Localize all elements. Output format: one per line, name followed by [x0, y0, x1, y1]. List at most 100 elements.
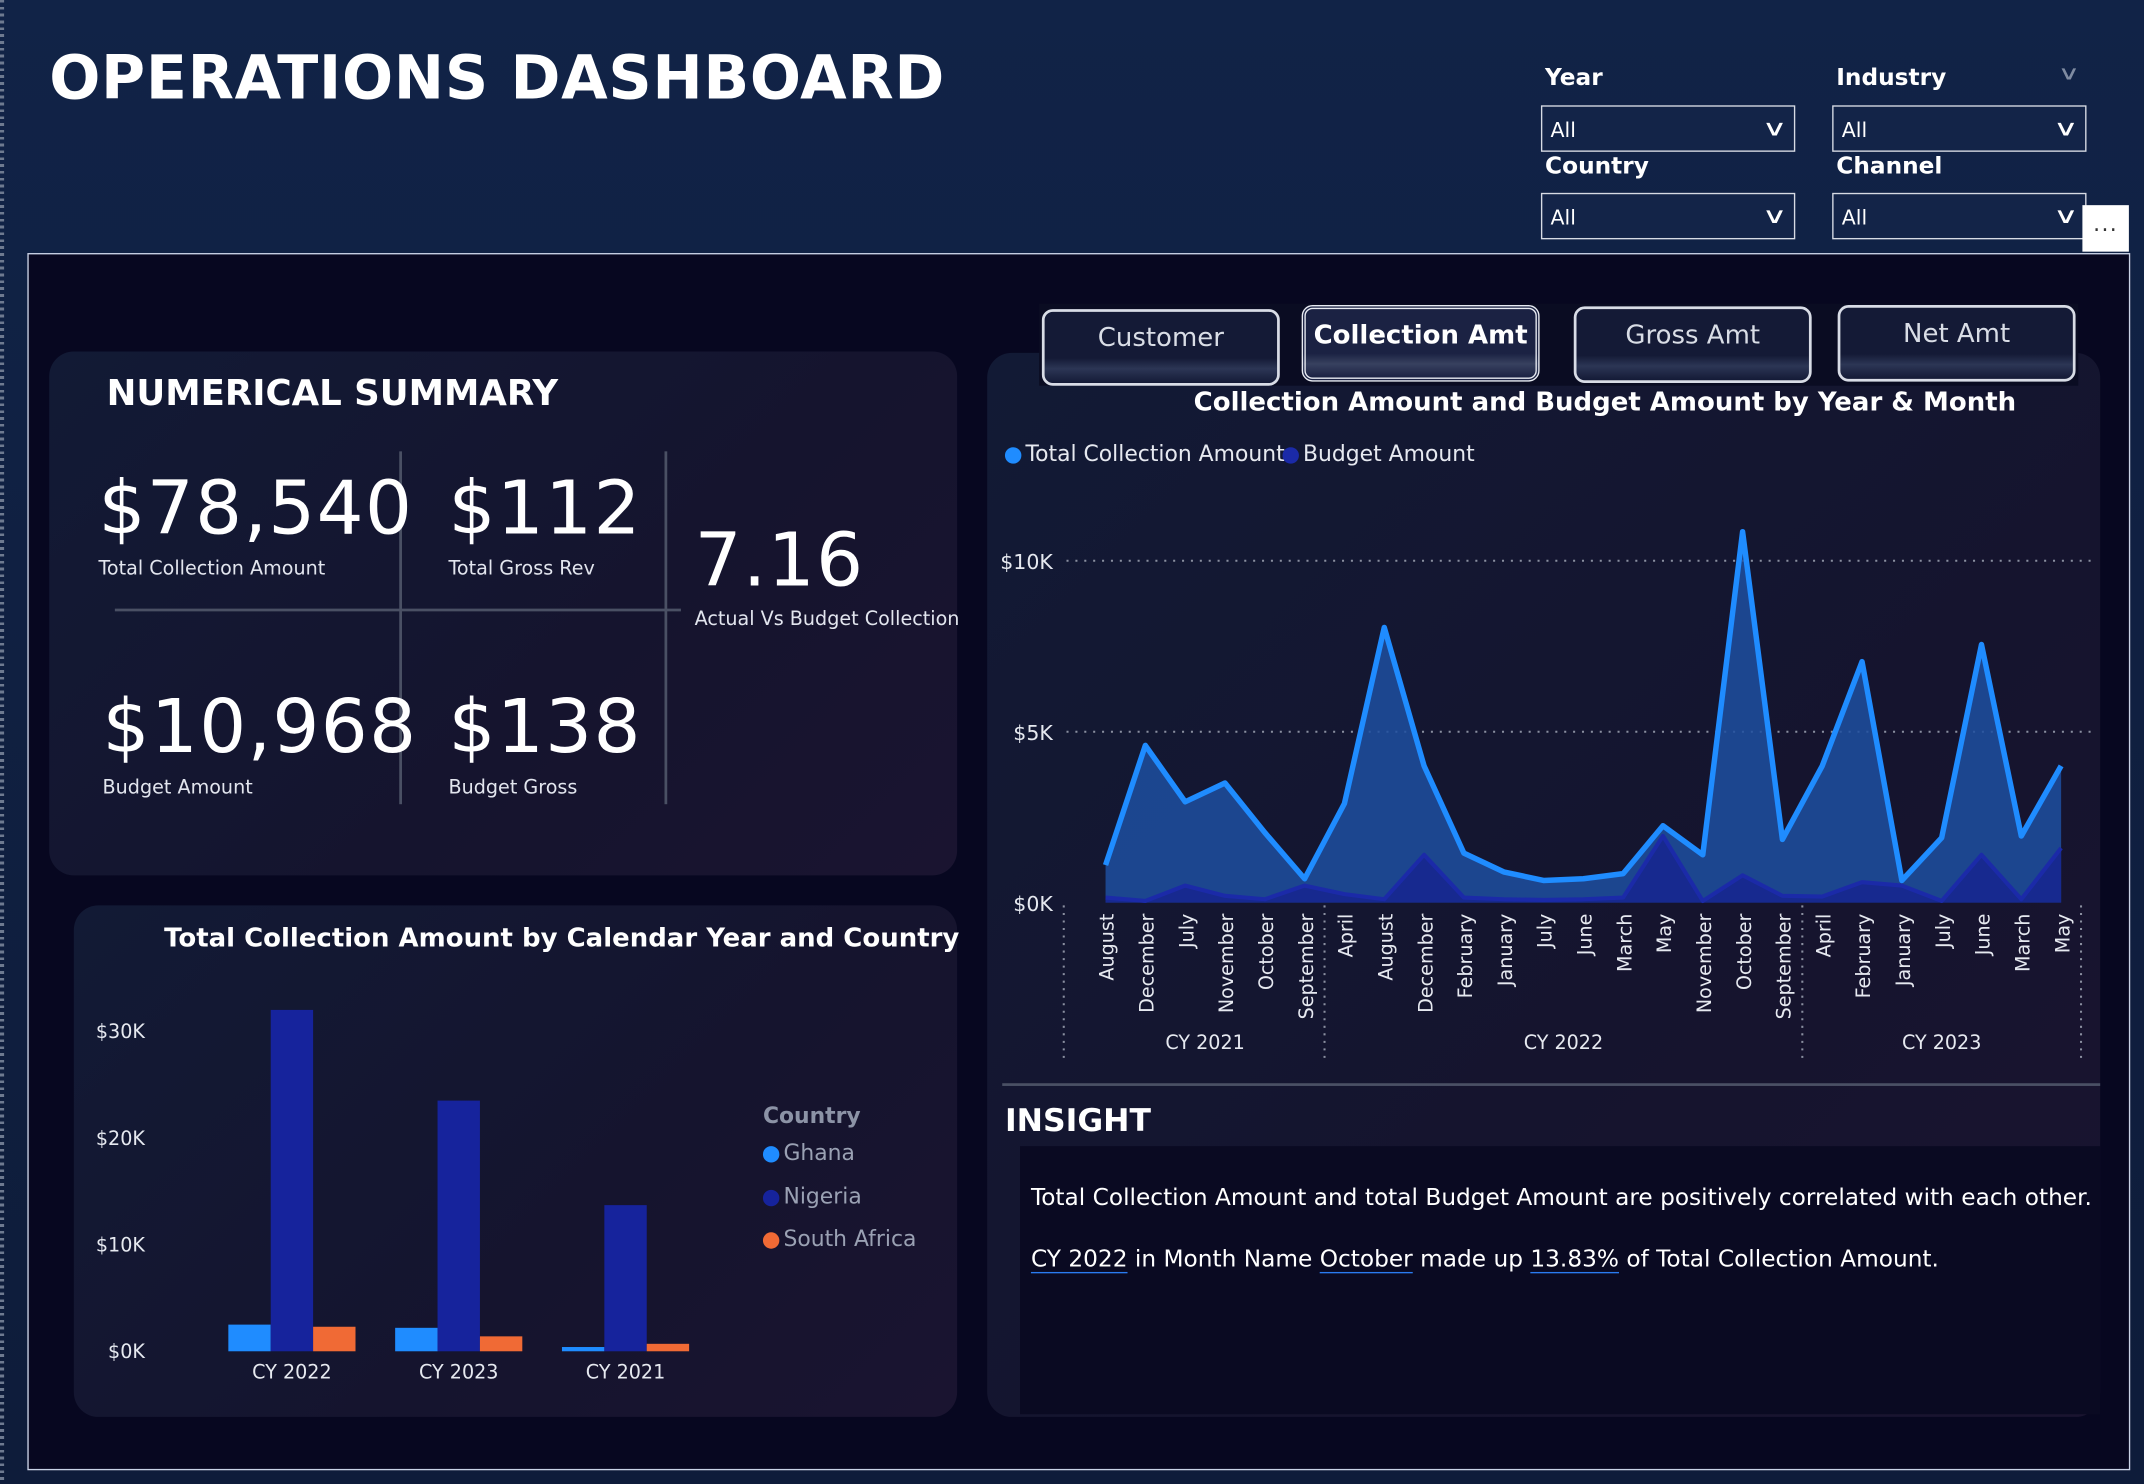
kpi-actual-vs-budget-label: Actual Vs Budget Collection	[694, 608, 960, 631]
y-tick-label: $10K	[1000, 550, 1053, 574]
budget-swatch	[1282, 446, 1299, 463]
y-tick-label: $0K	[108, 1340, 145, 1363]
year-slicer-label: Year	[1545, 64, 1603, 92]
collection-area	[1105, 531, 2062, 903]
chevron-down-icon: ∨	[1762, 114, 1788, 141]
x-tick-label: February	[1852, 914, 1875, 999]
x-tick-label: April	[1335, 914, 1358, 958]
x-tick-label: July	[1534, 914, 1557, 949]
collection-area-chart: $0K $5K $10K August December July November Octo…	[1000, 528, 2095, 1060]
chevron-down-icon: ∨	[1762, 202, 1788, 229]
bar	[604, 1205, 647, 1352]
legend-total-collection[interactable]: Total Collection Amount	[1004, 440, 1285, 467]
x-tick-label: March	[2012, 914, 2035, 972]
x-tick-label: October	[1255, 913, 1278, 990]
tab-customer[interactable]: Customer	[1041, 309, 1280, 386]
chevron-down-icon[interactable]: ∨	[2058, 63, 2080, 85]
industry-slicer[interactable]: All ∨	[1832, 105, 2087, 152]
y-tick-label: $0K	[1013, 892, 1053, 916]
x-tick-label: April	[1812, 914, 1835, 958]
channel-slicer[interactable]: All ∨	[1832, 192, 2087, 240]
ghana-swatch	[762, 1145, 780, 1162]
x-tick-label: September	[1773, 913, 1796, 1019]
insight-title: INSIGHT	[1004, 1103, 1151, 1140]
bar	[228, 1324, 271, 1352]
legend-budget-label: Budget Amount	[1303, 440, 1475, 467]
country-legend-title: Country	[762, 1102, 861, 1129]
year-slicer[interactable]: All ∨	[1540, 105, 1796, 152]
page-title: OPERATIONS DASHBOARD	[49, 43, 946, 114]
x-tick-label: August	[1374, 913, 1397, 980]
legend-collection-label: Total Collection Amount	[1025, 440, 1285, 467]
x-tick-label: January	[1892, 914, 1915, 988]
x-tick-label: November	[1215, 913, 1238, 1013]
x-tick-label: February	[1454, 914, 1477, 999]
bar	[395, 1327, 438, 1352]
chevron-down-icon: ∨	[2053, 114, 2080, 141]
x-tick-label: August	[1096, 913, 1119, 980]
x-tick-label: March	[1613, 914, 1636, 972]
country-slicer-label: Country	[1545, 153, 1649, 181]
channel-slicer-value: All	[1841, 205, 1868, 230]
x-tick-label: May	[2051, 914, 2074, 954]
kpi-total-collection-label: Total Collection Amount	[98, 558, 326, 580]
year-slicer-value: All	[1550, 117, 1576, 143]
kpi-total-collection-value: $78,540	[98, 465, 414, 552]
x-tick-label: January	[1494, 914, 1517, 988]
x-tick-label: July	[1932, 914, 1955, 949]
kpi-budget-amount-value: $10,968	[102, 683, 418, 771]
x-tick-label: December	[1414, 914, 1437, 1013]
x-tick-label: December	[1136, 914, 1159, 1013]
kpi-actual-vs-budget-value: 7.16	[694, 516, 865, 604]
insight-month: October	[1319, 1245, 1413, 1274]
country-slicer[interactable]: All ∨	[1540, 192, 1796, 240]
x-tick-label: July	[1175, 914, 1198, 949]
group-label: CY 2021	[1165, 1031, 1244, 1054]
divider	[1002, 1083, 2101, 1086]
country-slicer-value: All	[1550, 205, 1576, 230]
kpi-total-gross-label: Total Gross Rev	[448, 558, 595, 580]
insight-year: CY 2022	[1030, 1245, 1128, 1274]
tab-collection-amt[interactable]: Collection Amt	[1301, 304, 1540, 382]
x-tick-label: CY 2021	[586, 1361, 665, 1384]
divider	[114, 608, 681, 612]
summary-title: NUMERICAL SUMMARY	[106, 373, 559, 415]
legend-south-africa-label: South Africa	[783, 1225, 917, 1252]
x-tick-label: October	[1733, 913, 1756, 990]
insight-percent: 13.83%	[1530, 1245, 1619, 1274]
kpi-budget-amount-label: Budget Amount	[102, 776, 253, 799]
bar	[313, 1326, 356, 1352]
bar	[646, 1343, 690, 1352]
country-chart-title: Total Collection Amount by Calendar Year…	[164, 923, 960, 954]
legend-south-africa[interactable]: South Africa	[762, 1225, 917, 1252]
insight-line-1: Total Collection Amount and total Budget…	[1030, 1184, 2092, 1212]
y-tick-label: $5K	[1013, 721, 1053, 745]
kpi-budget-gross-label: Budget Gross	[448, 776, 578, 799]
divider	[664, 451, 668, 805]
x-tick-label: CY 2023	[419, 1361, 498, 1384]
canvas-edge	[0, 0, 5, 1484]
legend-ghana[interactable]: Ghana	[762, 1139, 855, 1165]
bar	[479, 1336, 523, 1352]
y-tick-label: $30K	[96, 1020, 145, 1043]
group-label: CY 2023	[1902, 1031, 1981, 1054]
collection-swatch	[1004, 446, 1022, 463]
legend-nigeria-label: Nigeria	[783, 1183, 862, 1210]
insight-text: made up	[1412, 1245, 1531, 1274]
x-tick-label: September	[1295, 913, 1318, 1019]
kpi-budget-gross-value: $138	[448, 683, 642, 771]
y-tick-label: $20K	[96, 1127, 145, 1150]
more-options-button[interactable]: ...	[2082, 205, 2129, 252]
x-tick-label: May	[1653, 914, 1676, 954]
industry-slicer-label: Industry	[1836, 64, 1947, 92]
tab-gross-amt[interactable]: Gross Amt	[1573, 306, 1812, 383]
chevron-down-icon: ∨	[2053, 202, 2080, 229]
x-tick-label: CY 2022	[252, 1361, 331, 1384]
legend-nigeria[interactable]: Nigeria	[762, 1183, 862, 1210]
trend-chart-title: Collection Amount and Budget Amount by Y…	[1193, 387, 2017, 418]
tab-net-amt[interactable]: Net Amt	[1837, 304, 2076, 382]
group-label: CY 2022	[1524, 1031, 1603, 1054]
legend-budget-amount[interactable]: Budget Amount	[1282, 440, 1475, 467]
insight-line-2: CY 2022 in Month Name October made up 13…	[1031, 1246, 1939, 1273]
x-tick-label: June	[1972, 914, 1995, 957]
